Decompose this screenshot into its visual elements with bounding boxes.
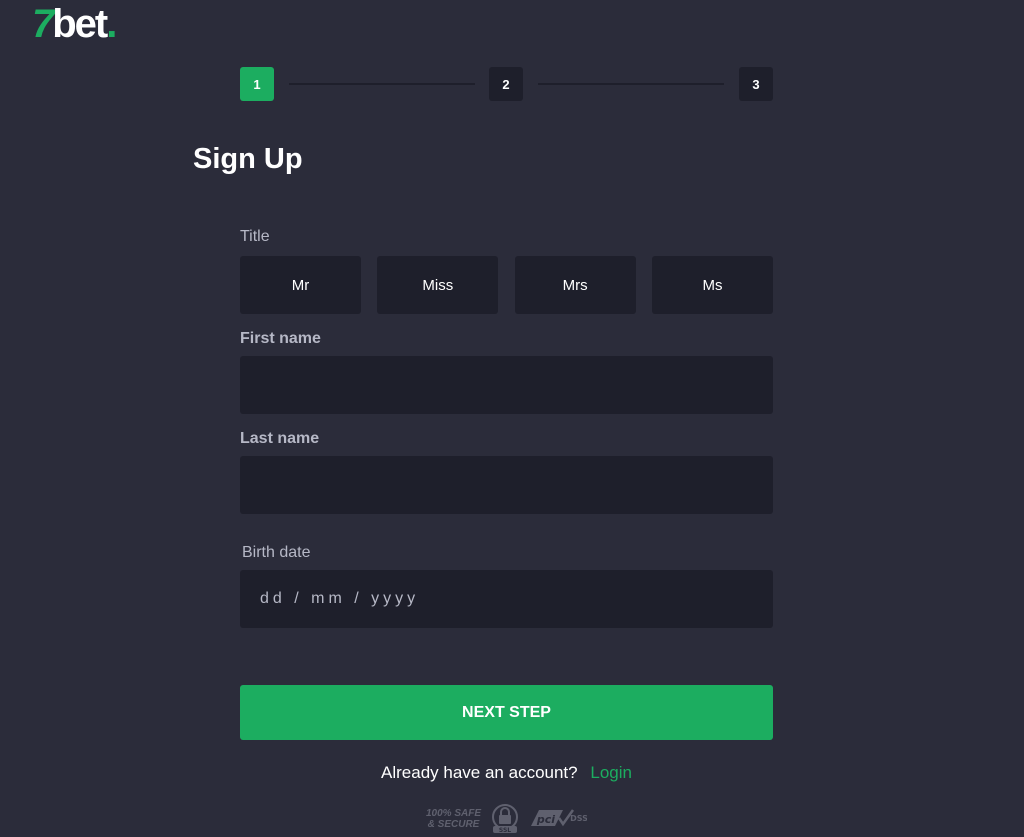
login-prompt-text: Already have an account?: [381, 763, 578, 782]
ssl-lock-icon: SSL: [492, 804, 519, 834]
pci-text: pci: [536, 813, 555, 826]
last-name-label: Last name: [240, 430, 320, 447]
title-selector: Mr Miss Mrs Ms: [240, 256, 773, 314]
title-option-miss[interactable]: Miss: [377, 256, 499, 314]
logo-bet: bet: [52, 2, 108, 46]
safe-text: 100% SAFE: [426, 808, 482, 819]
last-name-input[interactable]: [240, 456, 773, 514]
secure-text: & SECURE: [427, 819, 480, 830]
step-connector: [538, 83, 724, 85]
next-step-button[interactable]: NEXT STEP: [240, 685, 773, 740]
step-2: 2: [489, 67, 523, 101]
login-prompt: Already have an account? Login: [0, 763, 1013, 783]
step-1: 1: [240, 67, 274, 101]
page-title: Sign Up: [193, 143, 303, 175]
signup-form: Title Mr Miss Mrs Ms First name Last nam…: [240, 228, 773, 628]
login-link[interactable]: Login: [590, 763, 632, 782]
ssl-text: SSL: [499, 827, 511, 834]
title-label: Title: [240, 228, 270, 245]
first-name-label: First name: [240, 330, 321, 347]
logo-seven: 7: [32, 2, 54, 46]
title-option-mrs[interactable]: Mrs: [514, 256, 636, 314]
first-name-input[interactable]: [240, 356, 773, 414]
signup-page: 7 bet. 1 2 3 Sign Up Title Mr Miss Mrs Ms…: [0, 0, 1024, 837]
title-option-ms[interactable]: Ms: [651, 256, 773, 314]
birth-date-input[interactable]: [240, 570, 773, 628]
step-3: 3: [739, 67, 773, 101]
pci-dss-icon: pci DSS: [531, 809, 587, 827]
birth-date-label: Birth date: [242, 544, 311, 561]
safe-secure-badge: 100% SAFE & SECURE: [426, 808, 481, 830]
progress-stepper: 1 2 3: [240, 67, 773, 101]
step-connector: [289, 83, 475, 85]
security-badges: 100% SAFE & SECURE SSL pci DSS: [426, 803, 587, 835]
brand-logo[interactable]: 7 bet.: [32, 2, 117, 46]
title-option-mr[interactable]: Mr: [240, 256, 361, 314]
dss-text: DSS: [570, 814, 587, 823]
logo-dot: .: [106, 2, 117, 46]
